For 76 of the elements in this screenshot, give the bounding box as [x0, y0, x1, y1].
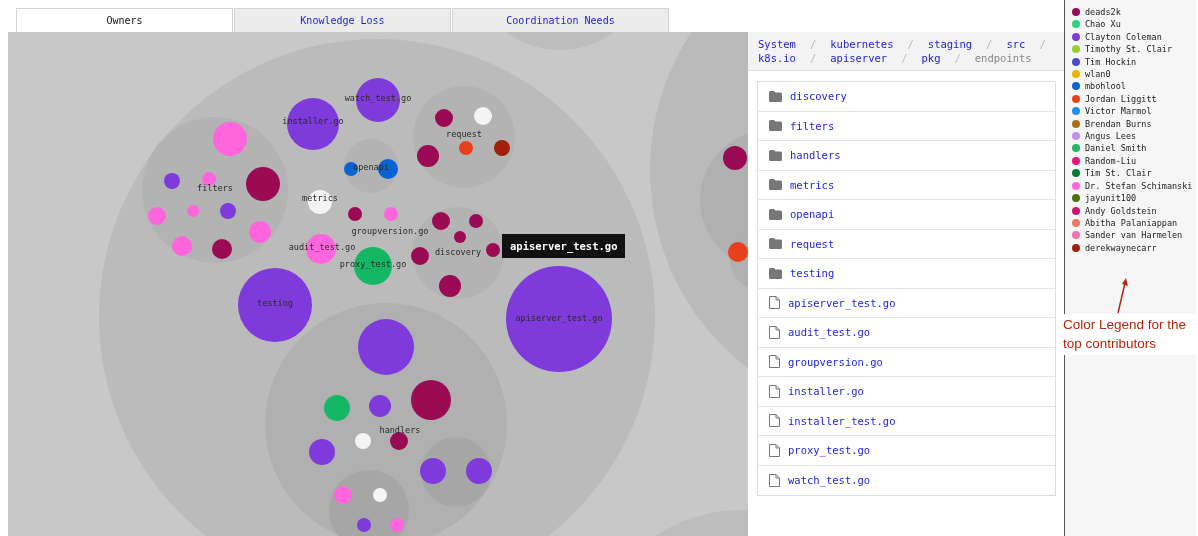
legend-label: Tim Hockin	[1085, 56, 1137, 67]
file-icon	[769, 325, 780, 339]
file-row[interactable]: installer_test.go	[758, 406, 1055, 436]
legend-label: Dr. Stefan Schimanski	[1085, 180, 1193, 191]
legend-label: derekwaynecarr	[1085, 242, 1157, 253]
tooltip: apiserver_test.go	[502, 234, 626, 258]
bubble-label: metrics	[302, 193, 338, 203]
legend-label: wlan0	[1085, 69, 1111, 80]
folder-icon	[769, 179, 782, 191]
legend-label: mbohlool	[1085, 81, 1126, 92]
legend-label: Timothy St. Clair	[1085, 44, 1172, 55]
legend-label: Angus Lees	[1085, 131, 1137, 142]
legend-label: Victor Marmol	[1085, 106, 1152, 117]
file-icon	[769, 355, 780, 369]
folder-icon	[769, 238, 782, 250]
breadcrumb-separator: /	[907, 38, 914, 50]
legend-label: Andy Goldstein	[1085, 205, 1157, 216]
tab[interactable]: Owners	[16, 8, 233, 32]
file-icon	[769, 473, 780, 487]
breadcrumb-link[interactable]: staging	[927, 38, 973, 50]
legend-label: deads2k	[1085, 7, 1121, 17]
folder-icon	[769, 208, 782, 220]
legend-label: Sander van Harmelen	[1085, 230, 1183, 241]
bubble-label: testing	[257, 298, 293, 308]
folder-row[interactable]: testing	[758, 259, 1055, 289]
folder-icon	[769, 120, 782, 132]
folder-row[interactable]: metrics	[758, 170, 1055, 200]
annotation-arrow	[1115, 278, 1129, 314]
file-icon	[769, 384, 780, 398]
breadcrumb-separator: /	[954, 52, 961, 64]
file-icon	[769, 296, 780, 310]
legend-label: Clayton Coleman	[1085, 31, 1162, 42]
folder-icon	[769, 90, 782, 102]
file-icon	[769, 414, 780, 428]
breadcrumb-link[interactable]: pkg	[921, 52, 941, 64]
folder-row[interactable]: handlers	[758, 141, 1055, 171]
legend-label: Daniel Smith	[1085, 143, 1147, 154]
bubble-label: apiserver_test.go	[515, 313, 603, 323]
breadcrumb-separator: /	[809, 38, 817, 50]
file-icon	[769, 443, 780, 457]
legend-label: Tim St. Clair	[1085, 168, 1152, 179]
folder-row[interactable]: discovery	[758, 82, 1055, 112]
folder-row[interactable]: request	[758, 229, 1055, 259]
legend-label: Jordan Liggitt	[1085, 93, 1157, 104]
breadcrumb-separator: /	[1039, 38, 1046, 50]
breadcrumb-separator: /	[986, 38, 993, 50]
legend-label: Chao Xu	[1085, 19, 1121, 30]
bubble-label: filters	[197, 183, 233, 193]
tab[interactable]: Knowledge Loss	[234, 8, 451, 32]
breadcrumb-separator: /	[901, 52, 908, 64]
file-row[interactable]: apiserver_test.go	[758, 288, 1055, 318]
file-row[interactable]: watch_test.go	[758, 465, 1055, 495]
breadcrumb-link[interactable]: k8s.io	[758, 52, 796, 64]
file-row[interactable]: groupversion.go	[758, 347, 1055, 377]
folder-icon	[769, 149, 782, 161]
folder-row[interactable]: filters	[758, 111, 1055, 141]
file-row[interactable]: installer.go	[758, 377, 1055, 407]
breadcrumb-link[interactable]: System	[758, 38, 796, 50]
bubble-label: handlers	[379, 425, 421, 435]
legend-label: jayunit100	[1085, 193, 1137, 204]
legend-label: Abitha Palaniappan	[1085, 217, 1178, 228]
breadcrumb-link[interactable]: src	[1006, 38, 1026, 50]
legend-label: Random-Liu	[1085, 155, 1137, 166]
breadcrumb-link[interactable]: apiserver	[830, 52, 888, 64]
legend-label: Brendan Burns	[1085, 118, 1152, 129]
file-row[interactable]: audit_test.go	[758, 318, 1055, 348]
bubble-label: request	[446, 129, 482, 139]
tab[interactable]: Coordination Needs	[452, 8, 669, 32]
bubble-label: groupversion.go	[351, 226, 429, 236]
folder-row[interactable]: openapi	[758, 200, 1055, 230]
folder-icon	[769, 267, 782, 279]
breadcrumb-link[interactable]: kubernetes	[830, 38, 894, 50]
bubble-label: discovery	[434, 247, 482, 257]
breadcrumb-separator: /	[809, 52, 817, 64]
file-row[interactable]: proxy_test.go	[758, 436, 1055, 466]
breadcrumb-current: endpoints	[974, 52, 1032, 64]
